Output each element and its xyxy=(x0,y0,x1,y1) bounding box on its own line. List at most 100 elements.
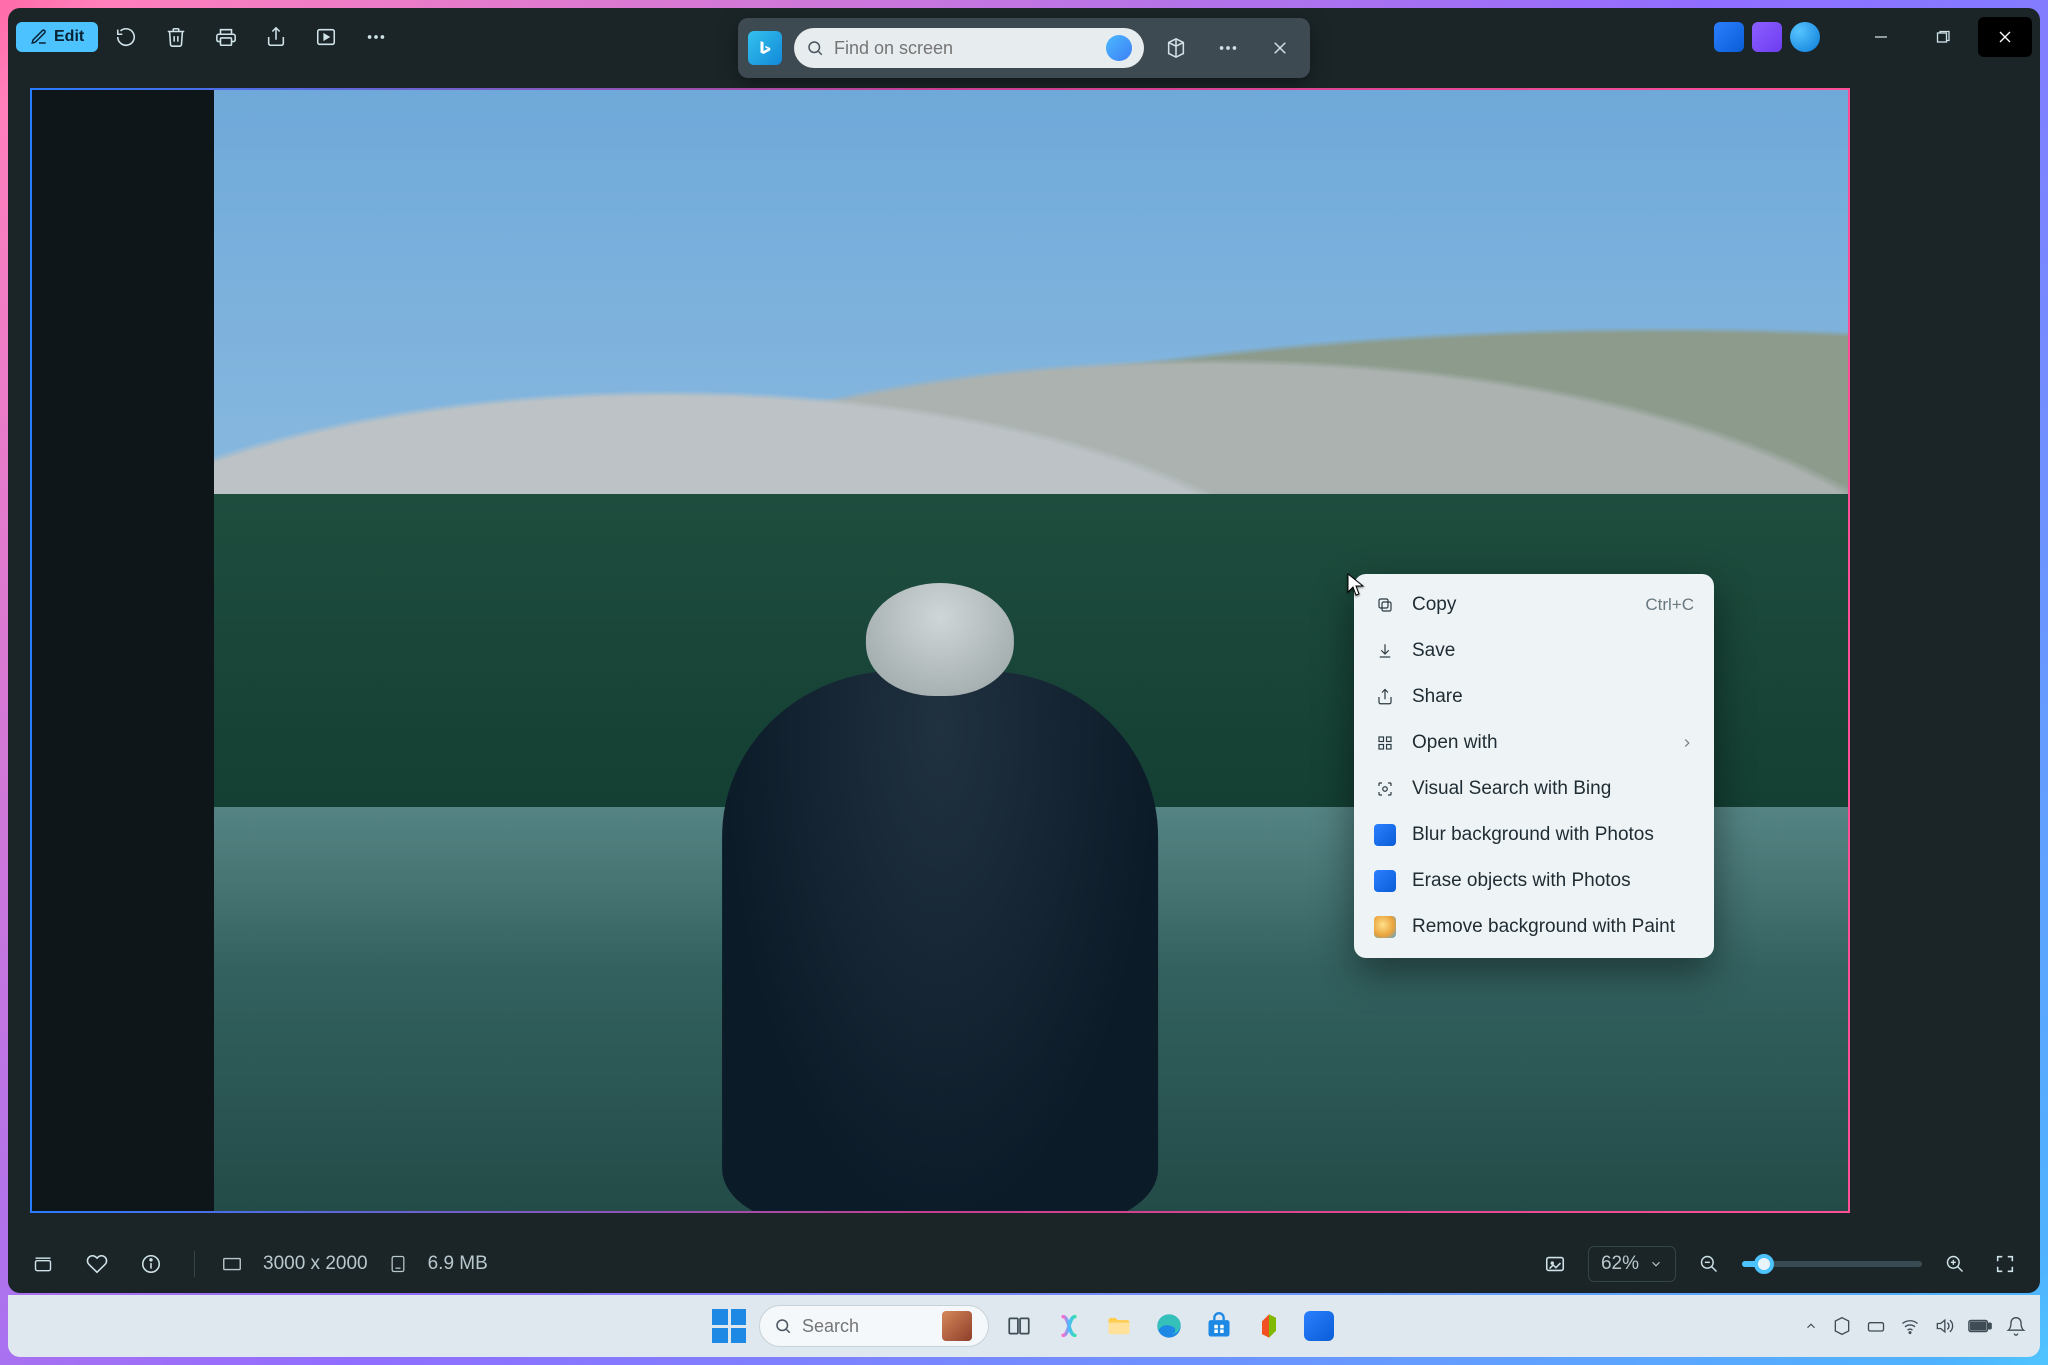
fit-to-window-button[interactable] xyxy=(1538,1247,1572,1281)
ctx-share[interactable]: Share xyxy=(1354,674,1714,720)
ctx-erase-obj-label: Erase objects with Photos xyxy=(1412,870,1631,892)
canvas-area xyxy=(8,66,2040,1235)
ctx-copy-shortcut: Ctrl+C xyxy=(1645,595,1694,615)
info-button[interactable] xyxy=(134,1247,168,1281)
filesize-icon xyxy=(388,1254,408,1274)
wifi-icon[interactable] xyxy=(1900,1316,1920,1336)
more-button[interactable] xyxy=(354,15,398,59)
chevron-right-icon xyxy=(1680,736,1694,750)
clipchamp-app-icon[interactable] xyxy=(1752,22,1782,52)
zoom-in-icon xyxy=(1945,1254,1965,1274)
volume-icon[interactable] xyxy=(1934,1316,1954,1336)
zoom-slider-thumb[interactable] xyxy=(1754,1254,1774,1274)
copilot-button[interactable] xyxy=(1156,28,1196,68)
status-bar: 3000 x 2000 6.9 MB 62% xyxy=(8,1235,2040,1293)
delete-button[interactable] xyxy=(154,15,198,59)
task-view-button[interactable] xyxy=(999,1306,1039,1346)
zoom-out-icon xyxy=(1699,1254,1719,1274)
context-menu: Copy Ctrl+C Save Share Open with Visual … xyxy=(1354,574,1714,958)
bing-icon[interactable] xyxy=(748,31,782,65)
find-on-screen-field[interactable] xyxy=(794,28,1144,68)
start-button[interactable] xyxy=(709,1306,749,1346)
favorite-button[interactable] xyxy=(80,1247,114,1281)
ctx-save-label: Save xyxy=(1412,640,1455,662)
copilot-icon xyxy=(1055,1312,1083,1340)
copilot-tray-icon[interactable] xyxy=(1832,1316,1852,1336)
copilot-taskbar-button[interactable] xyxy=(1049,1306,1089,1346)
close-icon xyxy=(1998,30,2012,44)
windows-logo-icon xyxy=(712,1309,746,1343)
filmstrip-toggle[interactable] xyxy=(26,1247,60,1281)
download-icon xyxy=(1374,640,1396,662)
folder-icon xyxy=(1105,1312,1133,1340)
close-icon xyxy=(1271,39,1289,57)
paint-color-icon xyxy=(1374,916,1396,938)
chevron-down-icon xyxy=(1649,1257,1663,1271)
edge-button[interactable] xyxy=(1149,1306,1189,1346)
photos-color-icon xyxy=(1374,824,1396,846)
ctx-erase-obj[interactable]: Erase objects with Photos xyxy=(1354,858,1714,904)
m365-icon xyxy=(1255,1312,1283,1340)
photos-app-window: Edit xyxy=(8,8,2040,1293)
chevron-up-icon[interactable] xyxy=(1804,1319,1818,1333)
m365-button[interactable] xyxy=(1249,1306,1289,1346)
title-bar: Edit xyxy=(8,8,2040,66)
photos-color-icon xyxy=(1374,870,1396,892)
slideshow-button[interactable] xyxy=(304,15,348,59)
ctx-copy[interactable]: Copy Ctrl+C xyxy=(1354,582,1714,628)
minimize-button[interactable] xyxy=(1854,17,1908,57)
battery-icon[interactable] xyxy=(1968,1318,1992,1334)
explorer-button[interactable] xyxy=(1099,1306,1139,1346)
print-icon xyxy=(215,26,237,48)
search-icon xyxy=(806,39,824,57)
input-tray-icon[interactable] xyxy=(1866,1316,1886,1336)
store-button[interactable] xyxy=(1199,1306,1239,1346)
mic-icon[interactable] xyxy=(1106,35,1132,61)
zoom-in-button[interactable] xyxy=(1938,1247,1972,1281)
minimize-icon xyxy=(1874,30,1888,44)
edge-icon xyxy=(1155,1312,1183,1340)
taskbar-search-input[interactable] xyxy=(802,1316,932,1337)
ctx-save[interactable]: Save xyxy=(1354,628,1714,674)
photos-taskbar-button[interactable] xyxy=(1299,1306,1339,1346)
share-icon xyxy=(1374,686,1396,708)
edit-button[interactable]: Edit xyxy=(16,22,98,52)
ctx-open-with-label: Open with xyxy=(1412,732,1498,754)
ctx-remove-bg-label: Remove background with Paint xyxy=(1412,916,1675,938)
ctx-blur-bg-label: Blur background with Photos xyxy=(1412,824,1654,846)
zoom-value: 62% xyxy=(1601,1253,1639,1275)
task-view-icon xyxy=(1006,1313,1032,1339)
onedrive-icon[interactable] xyxy=(1790,22,1820,52)
rotate-button[interactable] xyxy=(104,15,148,59)
trash-icon xyxy=(165,26,187,48)
taskbar-search[interactable] xyxy=(759,1305,989,1347)
cube-icon xyxy=(1165,37,1187,59)
fullscreen-button[interactable] xyxy=(1988,1247,2022,1281)
share-button[interactable] xyxy=(254,15,298,59)
search-more-button[interactable] xyxy=(1208,28,1248,68)
print-button[interactable] xyxy=(204,15,248,59)
slideshow-icon xyxy=(315,26,337,48)
close-search-button[interactable] xyxy=(1260,28,1300,68)
edit-icon xyxy=(30,28,48,46)
maximize-button[interactable] xyxy=(1916,17,1970,57)
dimensions-icon xyxy=(221,1253,243,1275)
share-icon xyxy=(265,26,287,48)
photos-app-icon[interactable] xyxy=(1714,22,1744,52)
photos-icon xyxy=(1304,1311,1334,1341)
ctx-open-with[interactable]: Open with xyxy=(1354,720,1714,766)
taskbar xyxy=(8,1295,2040,1357)
notification-icon[interactable] xyxy=(2006,1316,2026,1336)
zoom-slider[interactable] xyxy=(1742,1261,1922,1267)
ctx-blur-bg[interactable]: Blur background with Photos xyxy=(1354,812,1714,858)
more-icon xyxy=(1217,37,1239,59)
close-window-button[interactable] xyxy=(1978,17,2032,57)
ctx-remove-bg[interactable]: Remove background with Paint xyxy=(1354,904,1714,950)
zoom-out-button[interactable] xyxy=(1692,1247,1726,1281)
find-on-screen-input[interactable] xyxy=(834,38,1096,59)
store-icon xyxy=(1205,1312,1233,1340)
more-icon xyxy=(365,26,387,48)
toolbar-left: Edit xyxy=(16,15,398,59)
ctx-visual-search[interactable]: Visual Search with Bing xyxy=(1354,766,1714,812)
zoom-dropdown[interactable]: 62% xyxy=(1588,1246,1676,1282)
